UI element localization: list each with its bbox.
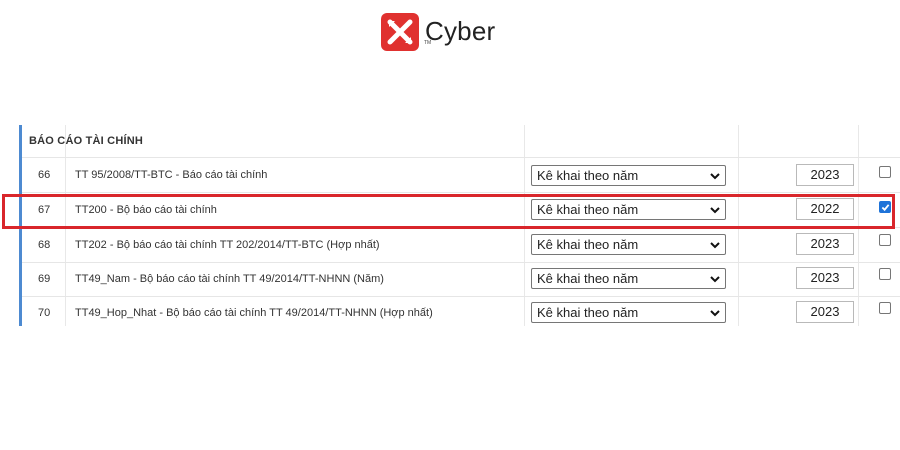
report-name: TT 95/2008/TT-BTC - Báo cáo tài chính (75, 169, 268, 181)
period-select-value: Kê khai theo năm (537, 202, 639, 217)
trademark-label: TM (424, 40, 432, 46)
section-title: BÁO CÁO TÀI CHÍNH (29, 135, 144, 147)
row-number: 66 (38, 169, 51, 181)
select-checkbox[interactable] (879, 166, 891, 178)
period-select-value: Kê khai theo năm (537, 271, 639, 286)
select-checkbox[interactable] (879, 268, 891, 280)
period-select[interactable]: Kê khai theo năm (531, 199, 726, 220)
period-select[interactable]: Kê khai theo năm (531, 268, 726, 289)
table-row: 67 TT200 - Bộ báo cáo tài chính Kê khai … (22, 193, 900, 228)
select-checkbox[interactable] (879, 234, 891, 246)
period-select[interactable]: Kê khai theo năm (531, 302, 726, 323)
period-select[interactable]: Kê khai theo năm (531, 165, 726, 186)
chevron-down-icon (709, 239, 721, 254)
row-number: 70 (38, 307, 51, 319)
year-input[interactable]: 2022 (796, 198, 854, 220)
table-row: 70 TT49_Hop_Nhat - Bộ báo cáo tài chính … (22, 296, 900, 330)
year-input[interactable]: 2023 (796, 164, 854, 186)
report-name: TT200 - Bộ báo cáo tài chính (75, 204, 217, 216)
year-input[interactable]: 2023 (796, 301, 854, 323)
year-input[interactable]: 2023 (796, 233, 854, 255)
cyber-logo-text: Cyber (425, 15, 496, 46)
section-header-row: BÁO CÁO TÀI CHÍNH (22, 125, 900, 158)
row-number: 68 (38, 239, 51, 251)
chevron-down-icon (709, 204, 721, 219)
select-checkbox[interactable] (879, 302, 891, 314)
table-row: 68 TT202 - Bộ báo cáo tài chính TT 202/2… (22, 228, 900, 263)
report-name: TT49_Hop_Nhat - Bộ báo cáo tài chính TT … (75, 307, 433, 319)
row-number: 67 (38, 204, 51, 216)
period-select-value: Kê khai theo năm (537, 168, 639, 183)
table-row: 69 TT49_Nam - Bộ báo cáo tài chính TT 49… (22, 262, 900, 297)
cyber-logo-mark-icon (381, 13, 419, 51)
chevron-down-icon (709, 307, 721, 322)
report-name: TT49_Nam - Bộ báo cáo tài chính TT 49/20… (75, 273, 384, 285)
period-select-value: Kê khai theo năm (537, 237, 639, 252)
row-number: 69 (38, 273, 51, 285)
table-row: 66 TT 95/2008/TT-BTC - Báo cáo tài chính… (22, 158, 900, 193)
select-checkbox-checked[interactable] (879, 201, 891, 213)
chevron-down-icon (709, 170, 721, 185)
chevron-down-icon (709, 273, 721, 288)
report-name: TT202 - Bộ báo cáo tài chính TT 202/2014… (75, 239, 380, 251)
period-select[interactable]: Kê khai theo năm (531, 234, 726, 255)
cyber-logo: Cyber TM (381, 12, 495, 52)
financial-report-table: BÁO CÁO TÀI CHÍNH 66 TT 95/2008/TT-BTC -… (19, 125, 900, 326)
period-select-value: Kê khai theo năm (537, 305, 639, 320)
year-input[interactable]: 2023 (796, 267, 854, 289)
